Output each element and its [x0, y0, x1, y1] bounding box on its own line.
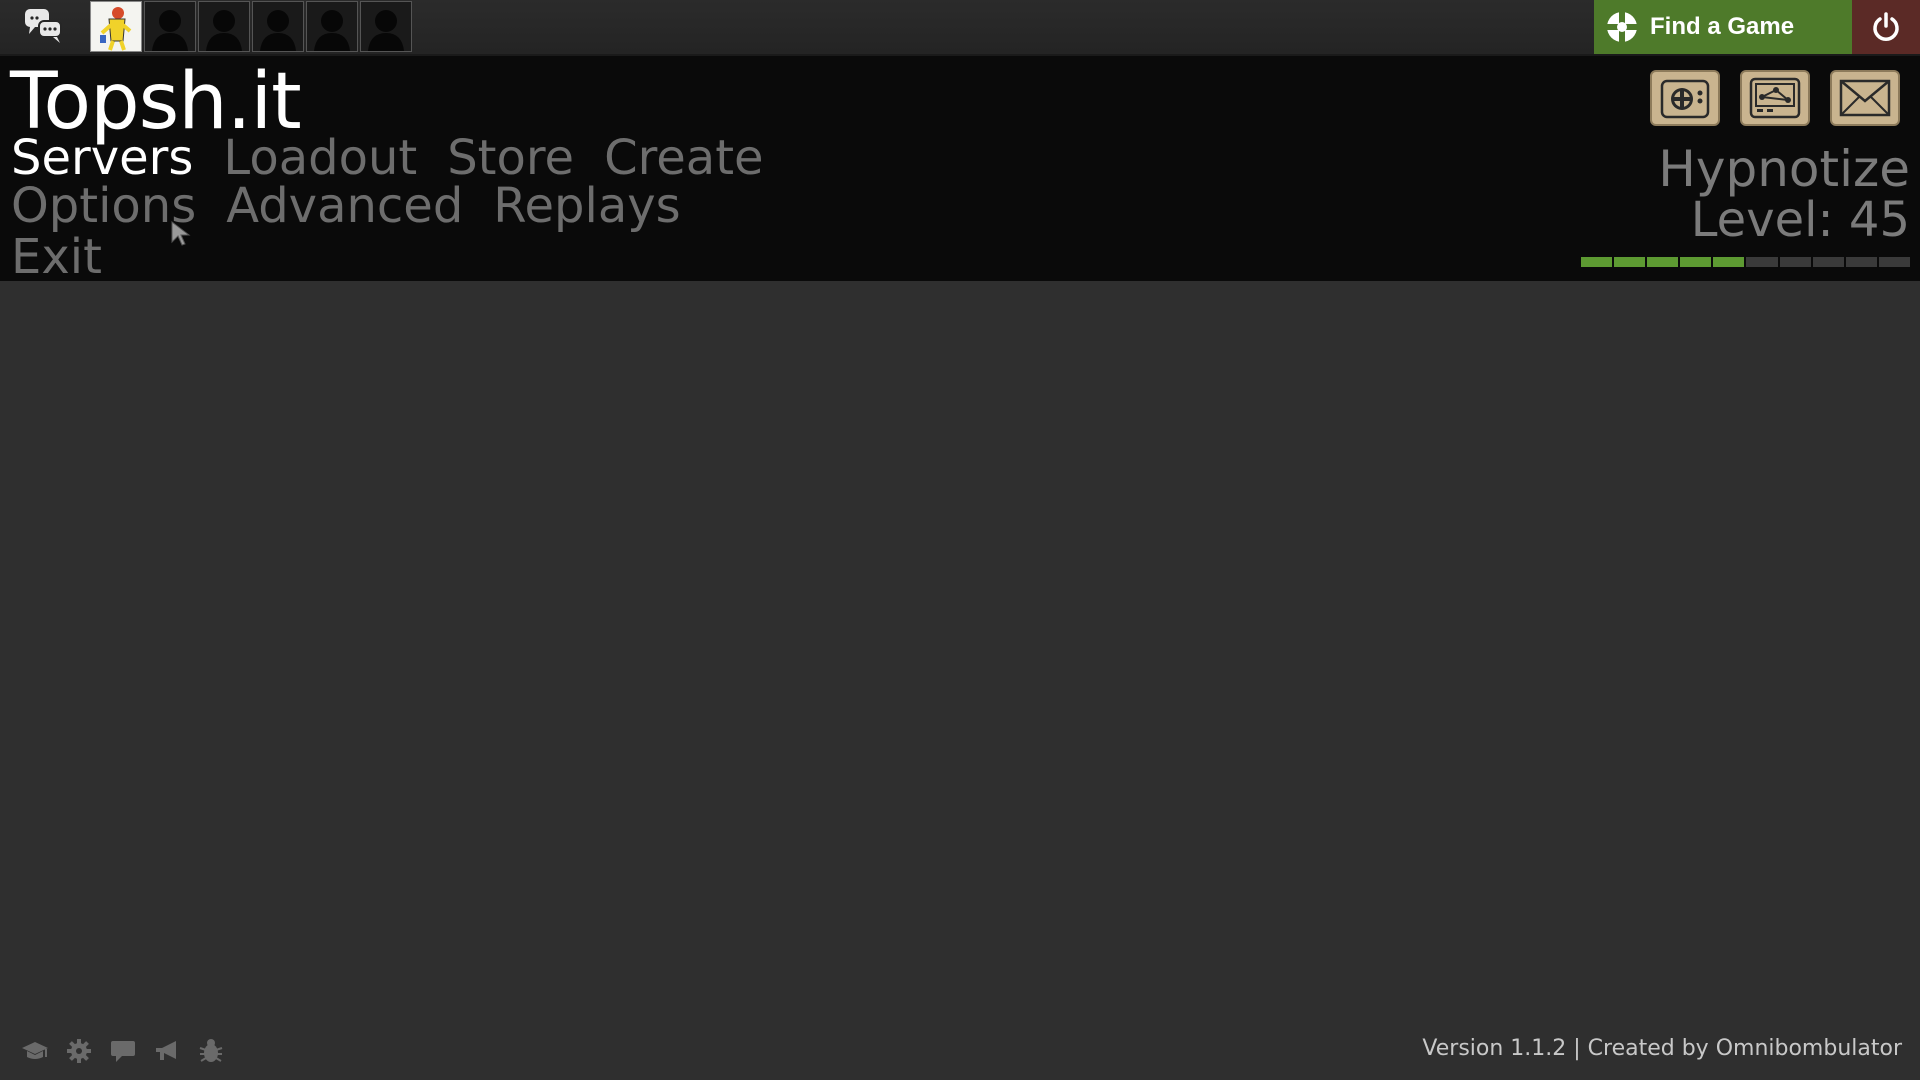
party-slot-empty[interactable]: [198, 1, 250, 52]
menu-item-servers[interactable]: Servers: [11, 134, 193, 182]
bug-icon[interactable]: [196, 1038, 226, 1064]
silhouette-icon: [152, 10, 188, 51]
xp-segment: [1878, 257, 1910, 267]
player-level: Level: 45: [1690, 192, 1910, 248]
menu-item-options[interactable]: Options: [11, 182, 196, 230]
main-menu-row-1: Servers Loadout Store Create: [11, 134, 794, 182]
xp-segment: [1845, 257, 1877, 267]
megaphone-icon[interactable]: [152, 1038, 182, 1064]
party-slot-empty[interactable]: [252, 1, 304, 52]
silhouette-icon: [368, 10, 404, 51]
main-menu-row-3: Exit: [11, 233, 132, 281]
menu-item-exit[interactable]: Exit: [11, 233, 102, 281]
header-panel: Topsh.it Servers Loadout Store Create Op…: [0, 56, 1920, 281]
party-slot-avatar[interactable]: [90, 1, 142, 52]
team-logo-icon: [1606, 11, 1638, 43]
network-button[interactable]: [1740, 70, 1810, 126]
xp-segment: [1647, 257, 1679, 267]
xp-segment: [1581, 257, 1613, 267]
network-icon: [1749, 77, 1801, 119]
graduation-cap-icon[interactable]: [20, 1038, 50, 1064]
party-slot-empty[interactable]: [360, 1, 412, 52]
top-bar: Find a Game: [0, 0, 1920, 56]
xp-segment: [1680, 257, 1712, 267]
party-slot-empty[interactable]: [306, 1, 358, 52]
mail-button[interactable]: [1830, 70, 1900, 126]
menu-item-store[interactable]: Store: [447, 134, 574, 182]
find-game-button[interactable]: Find a Game: [1594, 0, 1852, 54]
header-icon-group: [1650, 70, 1900, 126]
mail-icon: [1839, 79, 1891, 117]
footer-icon-group: [20, 1038, 226, 1064]
xp-segment: [1614, 257, 1646, 267]
tv-icon: [1660, 72, 1710, 119]
menu-item-loadout[interactable]: Loadout: [223, 134, 417, 182]
player-name: Hypnotize: [1658, 140, 1910, 198]
mouse-cursor-icon: [171, 220, 191, 246]
silhouette-icon: [314, 10, 350, 51]
power-icon: [1873, 12, 1899, 41]
silhouette-icon: [260, 10, 296, 51]
xp-segment: [1812, 257, 1844, 267]
menu-item-advanced[interactable]: Advanced: [226, 182, 463, 230]
chat-bubbles-icon: [25, 9, 62, 43]
tv-button[interactable]: [1650, 70, 1720, 126]
xp-segment: [1746, 257, 1778, 267]
find-game-label: Find a Game: [1650, 13, 1795, 40]
speech-bubble-icon[interactable]: [108, 1038, 138, 1064]
version-credits: Version 1.1.2 | Created by Omnibombulato…: [1422, 1036, 1902, 1061]
silhouette-icon: [206, 10, 242, 51]
xp-segment: [1713, 257, 1745, 267]
gear-icon[interactable]: [64, 1038, 94, 1064]
party-slots: [90, 1, 412, 52]
xp-progress-bar: [1581, 257, 1910, 267]
menu-item-create[interactable]: Create: [604, 134, 764, 182]
chat-button[interactable]: [0, 0, 88, 54]
menu-item-replays[interactable]: Replays: [493, 182, 680, 230]
party-slot-empty[interactable]: [144, 1, 196, 52]
power-button[interactable]: [1852, 0, 1920, 54]
xp-segment: [1779, 257, 1811, 267]
main-menu-row-2: Options Advanced Replays: [11, 182, 711, 230]
player-avatar-icon: [92, 3, 140, 51]
